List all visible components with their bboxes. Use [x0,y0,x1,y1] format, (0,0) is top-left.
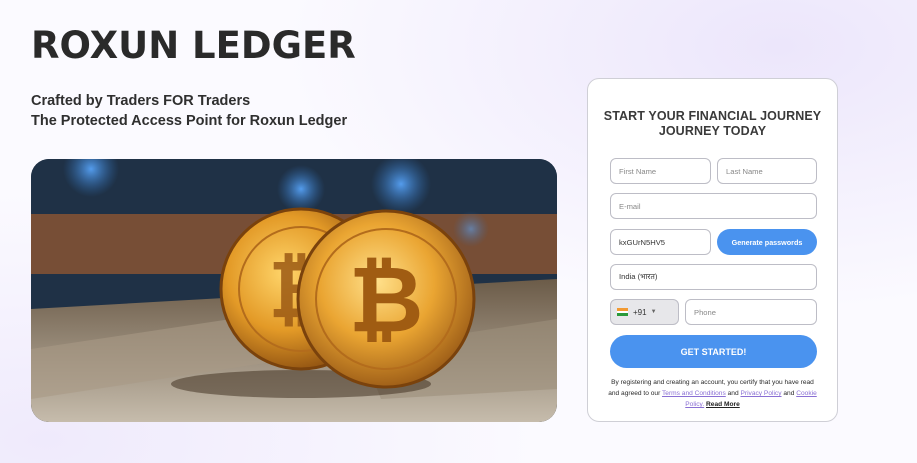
form-title-line-1: START YOUR FINANCIAL JOURNEY [603,109,822,123]
svg-text:₿: ₿ [349,246,424,353]
terms-link[interactable]: Terms and Conditions [662,390,726,397]
bitcoin-coins-image: ₿ ₿ [31,159,557,422]
hero-image: ₿ ₿ [31,159,557,422]
generate-password-button[interactable]: Generate passwords [717,229,817,255]
country-select[interactable]: India (भारत) [610,264,817,290]
tagline-line-2: The Protected Access Point for Roxun Led… [31,113,348,129]
phone-code-label: +91 [633,307,647,317]
get-started-button[interactable]: GET STARTED! [610,335,817,368]
chevron-down-icon: ▼ [650,309,657,315]
signup-form: START YOUR FINANCIAL JOURNEY JOURNEY TOD… [587,78,838,422]
tagline: Crafted by Traders FOR Traders The Prote… [31,91,347,131]
password-input[interactable]: kxGUrN5HV5 [610,229,711,255]
email-input[interactable]: E-mail [610,193,817,219]
legal-and-1: and [727,390,739,397]
read-more-link[interactable]: Read More [706,401,740,408]
form-title-line-2: JOURNEY TODAY [658,124,767,138]
privacy-link[interactable]: Privacy Policy [740,390,781,397]
legal-and-2: and [783,390,795,397]
phone-country-code-select[interactable]: +91 ▼ [610,299,679,325]
last-name-input[interactable]: Last Name [717,158,817,184]
india-flag-icon [617,308,628,316]
first-name-input[interactable]: First Name [610,158,711,184]
form-title: START YOUR FINANCIAL JOURNEY JOURNEY TOD… [598,109,827,139]
legal-notice: By registering and creating an account, … [606,377,819,410]
phone-input[interactable]: Phone [685,299,817,325]
brand-title: ROXUN LEDGER [31,24,356,67]
tagline-line-1: Crafted by Traders FOR Traders [31,93,251,109]
